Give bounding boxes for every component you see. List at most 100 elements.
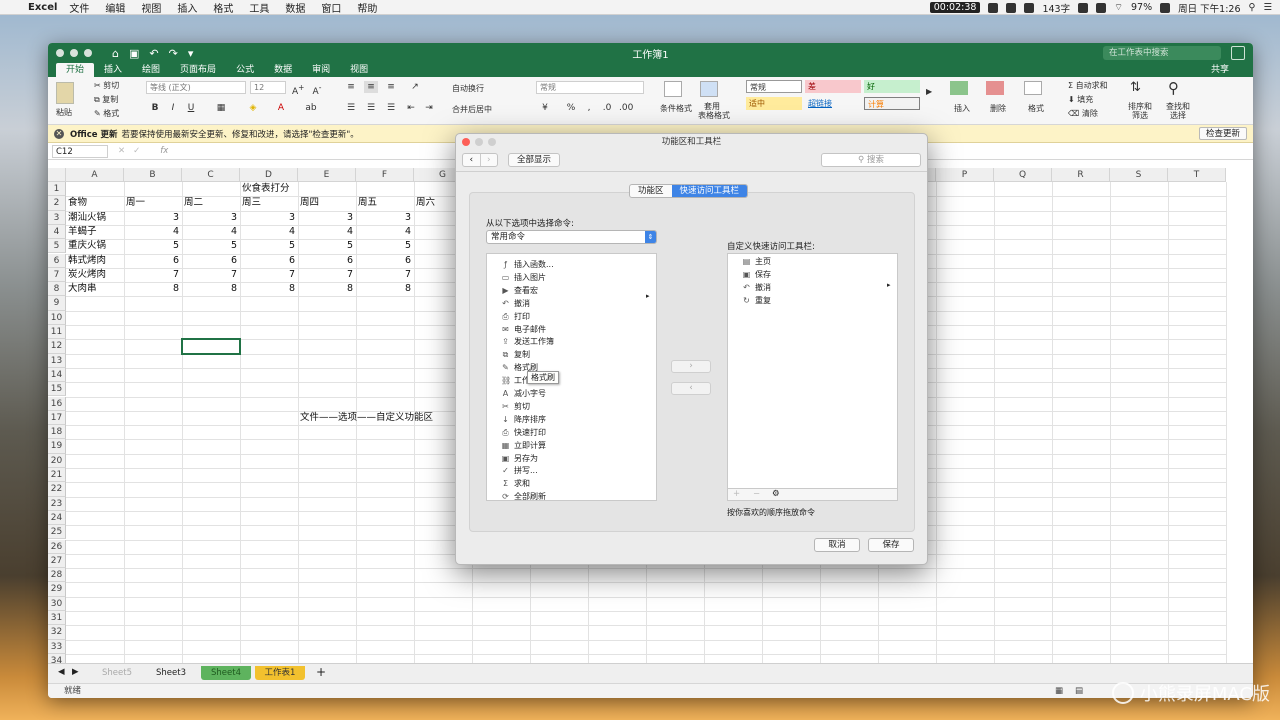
cell[interactable]: 3: [240, 211, 298, 225]
magnifier-icon[interactable]: ⚲: [1168, 79, 1179, 97]
align-center-icon[interactable]: ☰: [364, 102, 378, 114]
zoom-window-button[interactable]: [84, 49, 92, 57]
row-header[interactable]: 18: [48, 425, 66, 440]
command-item[interactable]: ✉ 电子邮件: [501, 323, 546, 336]
cell[interactable]: 5: [356, 239, 414, 253]
tab-formulas[interactable]: 公式: [226, 63, 264, 77]
cell[interactable]: 6: [240, 254, 298, 268]
cancel-entry-icon[interactable]: ✕: [118, 146, 125, 156]
tab-data[interactable]: 数据: [264, 63, 302, 77]
column-header[interactable]: T: [1168, 168, 1226, 182]
cell[interactable]: 7: [124, 268, 182, 282]
italic-button[interactable]: I: [166, 102, 180, 114]
cell[interactable]: 炭火烤肉: [68, 268, 106, 282]
qat-item[interactable]: ↶ 撤消: [742, 281, 771, 294]
column-header[interactable]: D: [240, 168, 298, 182]
row-header[interactable]: 17: [48, 410, 66, 426]
column-header[interactable]: Q: [994, 168, 1052, 182]
cell[interactable]: 伙食表打分: [242, 182, 290, 196]
minimize-window-button[interactable]: [70, 49, 78, 57]
app-tray-icon[interactable]: [1006, 2, 1017, 13]
tab-view[interactable]: 视图: [340, 63, 378, 77]
qat-item[interactable]: ▣ 保存: [742, 268, 771, 281]
cell[interactable]: 食物: [68, 196, 87, 210]
row-header[interactable]: 2: [48, 196, 66, 211]
select-all-corner[interactable]: [48, 168, 66, 182]
share-icon[interactable]: [1231, 46, 1245, 60]
tab-home[interactable]: 开始: [56, 63, 95, 77]
conditional-format-icon[interactable]: [664, 81, 682, 97]
cancel-button[interactable]: 取消: [814, 538, 860, 552]
column-header[interactable]: F: [356, 168, 414, 182]
row-header[interactable]: 3: [48, 210, 66, 225]
cell[interactable]: 文件——选项——自定义功能区: [300, 411, 433, 425]
command-item[interactable]: ⧉ 复制: [501, 348, 530, 361]
cell[interactable]: 8: [298, 282, 356, 296]
style-calculation[interactable]: 计算: [864, 97, 920, 110]
command-item[interactable]: ▣ 另存为: [501, 452, 538, 465]
row-header[interactable]: 9: [48, 296, 66, 311]
paste-button[interactable]: 粘贴: [56, 107, 72, 118]
minus-icon[interactable]: −: [753, 489, 760, 499]
command-item[interactable]: ↶ 撤消: [501, 297, 530, 310]
insert-function-icon[interactable]: fx: [160, 146, 168, 156]
cell[interactable]: 7: [240, 268, 298, 282]
cell[interactable]: 3: [124, 211, 182, 225]
share-button[interactable]: 共享: [1211, 63, 1229, 77]
row-header[interactable]: 31: [48, 611, 66, 626]
command-item[interactable]: ✓ 拼写...: [501, 464, 538, 477]
cell[interactable]: 6: [182, 254, 240, 268]
row-header[interactable]: 23: [48, 496, 66, 511]
choose-commands-select[interactable]: 常用命令 ⇕: [486, 230, 657, 244]
row-header[interactable]: 7: [48, 267, 66, 283]
format-cells-button[interactable]: 格式: [1028, 103, 1044, 114]
sort-filter-icon[interactable]: ⇅: [1130, 80, 1141, 95]
menu-list-icon[interactable]: ☰: [1263, 2, 1272, 13]
style-bad[interactable]: 差: [805, 80, 861, 93]
copy-button[interactable]: ⧉ 复制: [94, 94, 118, 105]
datetime[interactable]: 周日 下午1:26: [1178, 1, 1240, 15]
align-right-icon[interactable]: ☰: [384, 102, 398, 114]
row-header[interactable]: 12: [48, 339, 66, 354]
align-left-icon[interactable]: ☰: [344, 102, 358, 114]
decrease-decimal-icon[interactable]: .00: [618, 102, 633, 114]
row-header[interactable]: 4: [48, 224, 66, 240]
row-header[interactable]: 28: [48, 568, 66, 583]
row-header[interactable]: 22: [48, 482, 66, 497]
show-all-button[interactable]: 全部显示: [508, 153, 561, 167]
styles-more-icon[interactable]: ▶: [926, 87, 932, 96]
menu-format[interactable]: 格式: [213, 0, 233, 15]
wrap-text-button[interactable]: 自动换行: [452, 83, 484, 94]
check-updates-button[interactable]: 检查更新: [1198, 127, 1247, 140]
cell[interactable]: 4: [124, 225, 182, 239]
command-item[interactable]: A 减小字号: [501, 387, 546, 400]
gear-icon[interactable]: ⚙: [772, 489, 780, 499]
currency-icon[interactable]: ¥: [538, 102, 552, 114]
decrease-indent-icon[interactable]: ⇤: [404, 102, 418, 114]
cell[interactable]: 7: [298, 268, 356, 282]
redo-icon[interactable]: ↷: [169, 47, 178, 60]
command-item[interactable]: ƒ 插入函数...: [501, 258, 554, 271]
customize-qat-icon[interactable]: ▾: [188, 47, 194, 60]
menu-data[interactable]: 数据: [285, 0, 305, 15]
font-color-icon[interactable]: A: [274, 102, 288, 114]
cell[interactable]: 7: [182, 268, 240, 282]
cell[interactable]: 4: [298, 225, 356, 239]
tab-insert[interactable]: 插入: [94, 63, 132, 77]
cell[interactable]: 韩式烤肉: [68, 254, 106, 268]
borders-icon[interactable]: ▦: [214, 102, 228, 114]
row-header[interactable]: 32: [48, 625, 66, 640]
cell[interactable]: 3: [182, 211, 240, 225]
home-icon[interactable]: ⌂: [112, 47, 119, 60]
row-header[interactable]: 33: [48, 639, 66, 654]
app-tray-icon[interactable]: [1078, 2, 1089, 13]
delete-cells-icon[interactable]: [986, 81, 1004, 95]
tab-page-layout[interactable]: 页面布局: [170, 63, 226, 77]
sheet-tab[interactable]: Sheet3: [146, 666, 196, 680]
submenu-arrow-icon[interactable]: ▸: [887, 281, 891, 289]
cell[interactable]: 6: [298, 254, 356, 268]
remove-from-toolbar-button[interactable]: ‹: [671, 382, 711, 395]
cell[interactable]: 7: [356, 268, 414, 282]
close-dialog-button[interactable]: [462, 138, 470, 146]
style-normal[interactable]: 常规: [746, 80, 802, 93]
